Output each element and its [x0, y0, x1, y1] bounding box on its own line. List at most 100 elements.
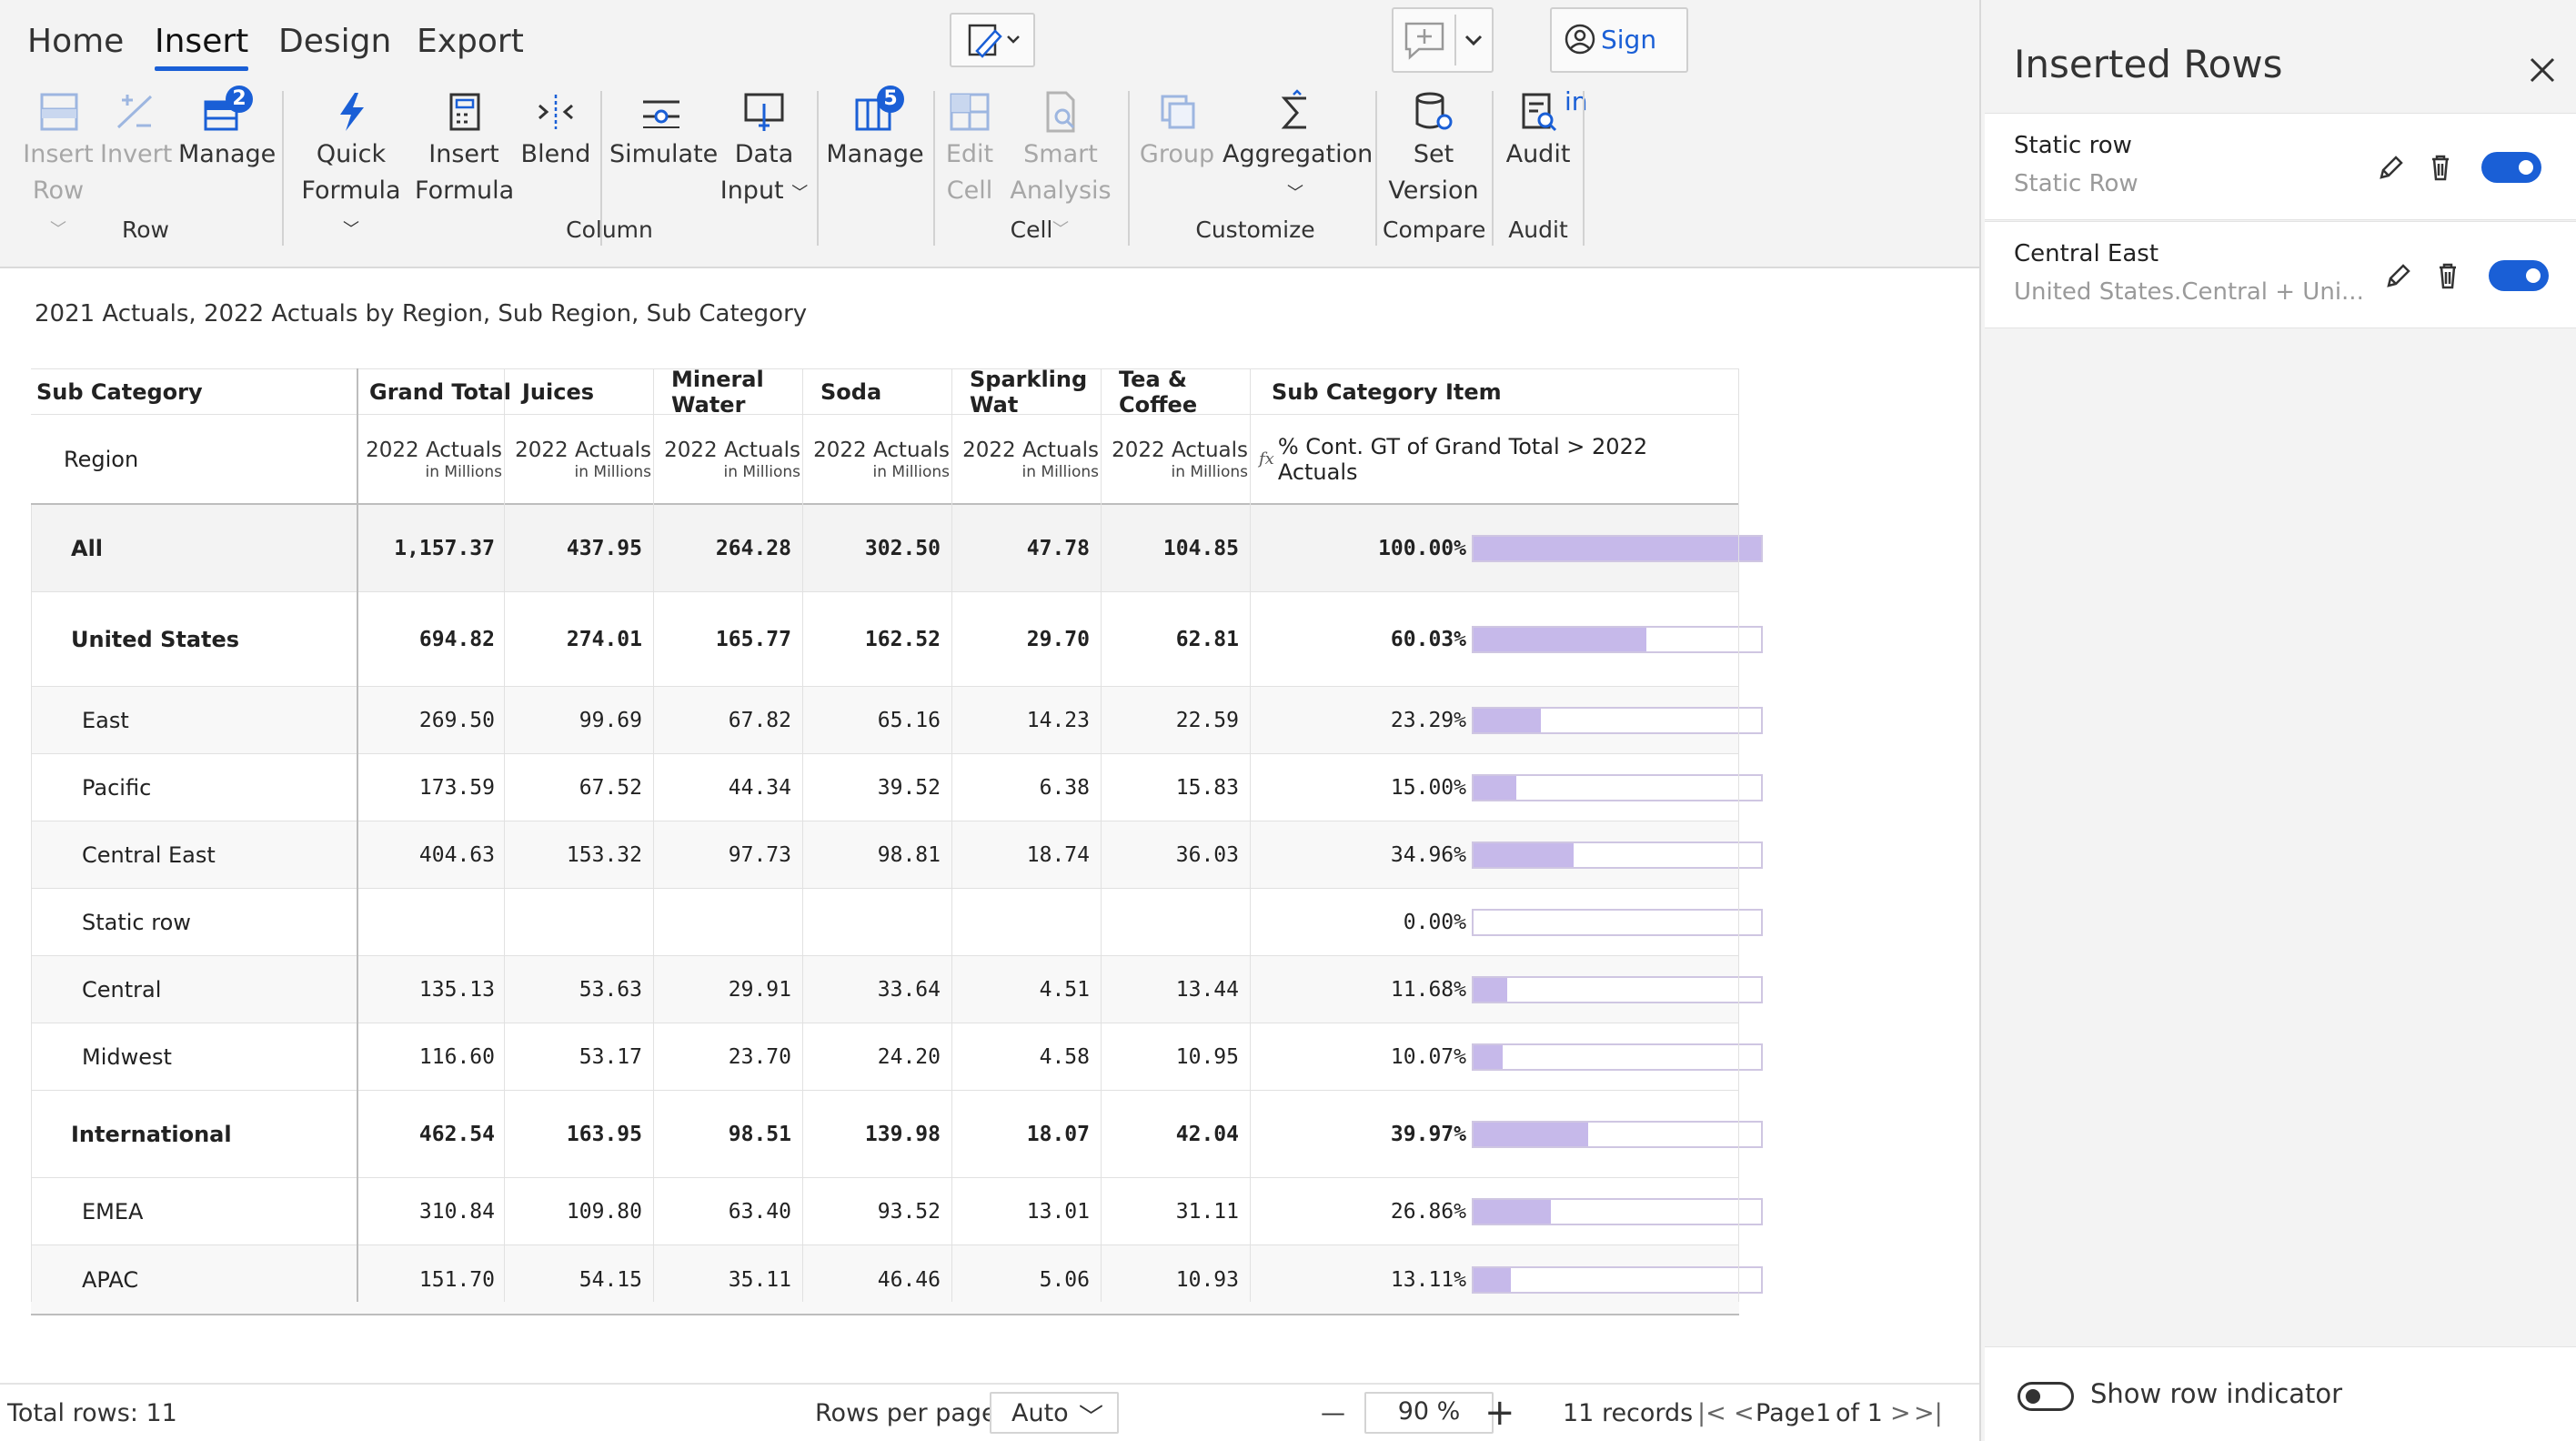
value-cell[interactable] — [802, 889, 951, 956]
rows-per-page-select[interactable]: Auto ﹀ — [990, 1392, 1119, 1434]
value-cell[interactable]: 42.04 — [1101, 1091, 1250, 1178]
pct-contribution-cell[interactable]: 26.86% — [1250, 1178, 1472, 1245]
row-label[interactable]: Central East — [82, 821, 355, 889]
column-header[interactable]: Sparkling Wat — [961, 367, 1106, 418]
column-header[interactable]: Juices — [515, 369, 660, 414]
tab-insert[interactable]: Insert — [155, 22, 249, 71]
zoom-in-button[interactable]: + — [1484, 1392, 1515, 1434]
region-header[interactable]: Region — [64, 415, 337, 503]
zoom-input[interactable]: 90 % — [1364, 1392, 1494, 1434]
value-cell[interactable]: 15.83 — [1101, 754, 1250, 821]
row-label[interactable]: Midwest — [82, 1023, 355, 1091]
value-cell[interactable]: 18.74 — [951, 821, 1101, 889]
row-label[interactable]: EMEA — [82, 1178, 355, 1245]
value-cell[interactable]: 67.82 — [653, 687, 802, 754]
table-row[interactable]: EMEA 310.84 109.80 63.40 93.52 13.01 31.11 26.8… — [31, 1178, 1763, 1245]
table-row[interactable]: Static row 0.00% — [31, 889, 1763, 956]
pct-contribution-cell[interactable]: 23.29% — [1250, 687, 1472, 754]
value-cell[interactable]: 116.60 — [357, 1023, 506, 1091]
value-cell[interactable]: 29.91 — [653, 956, 802, 1023]
value-cell[interactable]: 139.98 — [802, 1091, 951, 1178]
value-cell[interactable]: 13.01 — [951, 1178, 1101, 1245]
zoom-out-button[interactable]: — — [1321, 1399, 1345, 1427]
insert-row-button[interactable]: Insert Row ﹀ — [22, 89, 95, 248]
column-header[interactable]: Soda — [813, 369, 959, 414]
insert-formula-button[interactable]: Insert Formula — [415, 89, 514, 209]
value-cell[interactable]: 46.46 — [802, 1245, 951, 1315]
value-cell[interactable]: 404.63 — [357, 821, 506, 889]
sign-in-button[interactable]: Sign in — [1550, 7, 1688, 116]
value-cell[interactable]: 163.95 — [504, 1091, 653, 1178]
value-cell[interactable]: 302.50 — [802, 505, 951, 592]
simulate-button[interactable]: Simulate — [609, 89, 718, 173]
value-cell[interactable]: 67.52 — [504, 754, 653, 821]
tab-design[interactable]: Design — [278, 22, 391, 69]
value-cell[interactable]: 35.11 — [653, 1245, 802, 1315]
value-cell[interactable]: 98.51 — [653, 1091, 802, 1178]
row-label[interactable]: Static row — [82, 889, 355, 956]
manage-row-button[interactable]: 2 Manage — [178, 86, 276, 173]
column-header[interactable]: Grand Total — [369, 369, 515, 414]
measure-header[interactable]: 2022 Actuals in Millions — [1106, 415, 1255, 503]
value-cell[interactable]: 10.93 — [1101, 1245, 1250, 1315]
value-cell[interactable]: 53.63 — [504, 956, 653, 1023]
row-label[interactable]: APAC — [82, 1245, 355, 1315]
value-cell[interactable]: 24.20 — [802, 1023, 951, 1091]
measure-header[interactable]: 2022 Actuals in Millions — [360, 415, 509, 503]
pct-contribution-cell[interactable]: 11.68% — [1250, 956, 1472, 1023]
group-button[interactable]: Group — [1137, 89, 1217, 173]
table-row[interactable]: Central East 404.63 153.32 97.73 98.81 18.74 3… — [31, 821, 1763, 889]
value-cell[interactable]: 694.82 — [357, 592, 506, 687]
tab-export[interactable]: Export — [417, 22, 524, 69]
edit-cell-button[interactable]: Edit Cell — [941, 89, 999, 209]
value-cell[interactable]: 99.69 — [504, 687, 653, 754]
table-row[interactable]: East 269.50 99.69 67.82 65.16 14.23 22.59 23.29… — [31, 687, 1763, 754]
table-row[interactable]: All 1,157.37 437.95 264.28 302.50 47.78 104.85… — [31, 505, 1763, 592]
table-row[interactable]: Pacific 173.59 67.52 44.34 39.52 6.38 15.83 15.… — [31, 754, 1763, 821]
measure-header[interactable]: 2022 Actuals in Millions — [509, 415, 659, 503]
table-row[interactable]: APAC 151.70 54.15 35.11 46.46 5.06 10.93 13.11% — [31, 1245, 1763, 1315]
row-label[interactable]: East — [82, 687, 355, 754]
invert-button[interactable]: Invert — [100, 89, 172, 173]
show-row-indicator-toggle[interactable] — [2018, 1382, 2074, 1411]
value-cell[interactable]: 151.70 — [357, 1245, 506, 1315]
value-cell[interactable]: 5.06 — [951, 1245, 1101, 1315]
sub-category-header[interactable]: Sub Category — [36, 369, 355, 414]
value-cell[interactable]: 6.38 — [951, 754, 1101, 821]
value-cell[interactable]: 14.23 — [951, 687, 1101, 754]
pct-contribution-cell[interactable]: 10.07% — [1250, 1023, 1472, 1091]
value-cell[interactable]: 104.85 — [1101, 505, 1250, 592]
next-page-icon[interactable]: > — [1890, 1399, 1911, 1427]
value-cell[interactable]: 162.52 — [802, 592, 951, 687]
close-icon[interactable] — [2527, 55, 2558, 86]
value-cell[interactable]: 54.15 — [504, 1245, 653, 1315]
pct-contribution-cell[interactable]: 0.00% — [1250, 889, 1472, 956]
pct-contribution-cell[interactable]: 15.00% — [1250, 754, 1472, 821]
value-cell[interactable]: 62.81 — [1101, 592, 1250, 687]
table-row[interactable]: International 462.54 163.95 98.51 139.98 18.0… — [31, 1091, 1763, 1178]
value-cell[interactable]: 109.80 — [504, 1178, 653, 1245]
measure-header[interactable]: 2022 Actuals in Millions — [808, 415, 957, 503]
value-cell[interactable] — [357, 889, 506, 956]
trash-icon[interactable] — [2427, 152, 2454, 183]
pct-contribution-cell[interactable]: 34.96% — [1250, 821, 1472, 889]
inserted-row-card[interactable]: Central East United States.Central + Uni… — [1985, 221, 2576, 328]
manage-column-button[interactable]: 5 Manage — [826, 86, 924, 173]
row-label[interactable]: All — [71, 505, 344, 592]
table-row[interactable]: United States 694.82 274.01 165.77 162.52 29.… — [31, 592, 1763, 687]
value-cell[interactable] — [504, 889, 653, 956]
pct-contribution-cell[interactable]: 13.11% — [1250, 1245, 1472, 1315]
value-cell[interactable]: 39.52 — [802, 754, 951, 821]
value-cell[interactable]: 33.64 — [802, 956, 951, 1023]
value-cell[interactable]: 1,157.37 — [357, 505, 506, 592]
value-cell[interactable]: 98.81 — [802, 821, 951, 889]
value-cell[interactable]: 437.95 — [504, 505, 653, 592]
pct-contribution-cell[interactable]: 100.00% — [1250, 505, 1472, 592]
measure-header[interactable]: 2022 Actuals in Millions — [957, 415, 1106, 503]
design-mode-button[interactable] — [950, 13, 1035, 67]
inserted-row-card[interactable]: Static row Static Row — [1985, 113, 2576, 220]
value-cell[interactable]: 44.34 — [653, 754, 802, 821]
audit-button[interactable]: Audit — [1501, 89, 1575, 173]
value-cell[interactable]: 269.50 — [357, 687, 506, 754]
value-cell[interactable]: 63.40 — [653, 1178, 802, 1245]
